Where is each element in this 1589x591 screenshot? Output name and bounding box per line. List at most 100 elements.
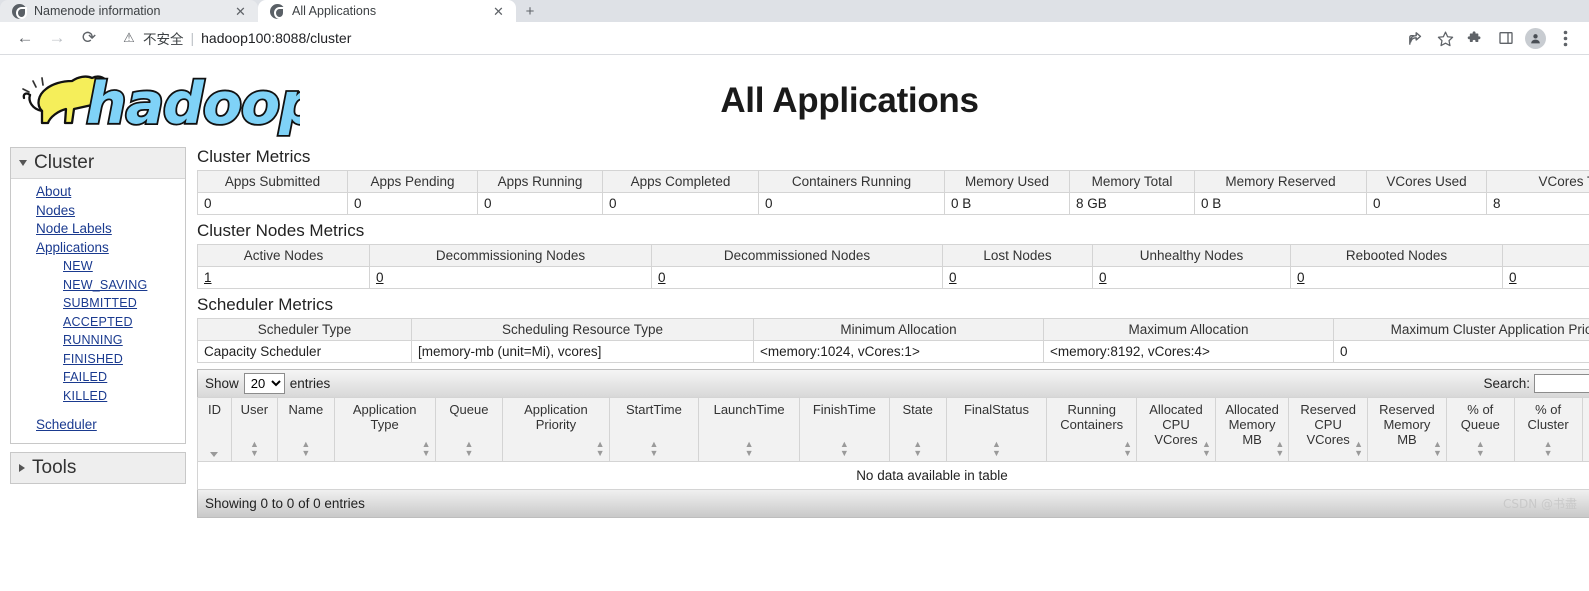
cluster-metrics-title: Cluster Metrics — [197, 147, 311, 166]
sidebar-tools-header[interactable]: Tools — [11, 452, 185, 483]
browser-menu-icon[interactable] — [1552, 25, 1579, 52]
col-label: Application Priority — [524, 402, 588, 432]
col-name[interactable]: Name ▲ ▼ — [276, 397, 335, 462]
search-input[interactable] — [1534, 374, 1589, 393]
col-finishtime[interactable]: FinishTime ▲ ▼ — [798, 397, 890, 462]
val-apps-completed: 0 — [602, 192, 759, 215]
close-icon[interactable]: ✕ — [491, 4, 506, 19]
cluster-metrics-header-row: Apps Submitted Apps Pending Apps Running… — [197, 170, 1589, 193]
sidebar-tools-block: Tools — [10, 451, 186, 484]
sidebar-item-running[interactable]: RUNNING — [11, 331, 185, 350]
page-body-row: Cluster About Nodes Node Labels Applicat… — [0, 147, 1589, 518]
sidebar-item-accepted[interactable]: ACCEPTED — [11, 313, 185, 332]
tab-favicon-icon — [12, 3, 27, 19]
col-nodes-extra — [1502, 244, 1589, 267]
empty-message: No data available in table — [197, 461, 1589, 490]
col-maximum-allocation: Maximum Allocation — [1043, 318, 1334, 341]
cluster-metrics-table: Apps Submitted Apps Pending Apps Running… — [197, 170, 1589, 215]
forward-icon[interactable]: → — [42, 24, 72, 52]
col-percent-of-cluster[interactable]: % of Cluster ▲ ▼ — [1513, 397, 1583, 462]
applications-header-row: ID User ▲ ▼ Name ▲ ▼ Application Type ▲ … — [197, 397, 1589, 462]
col-allocated-memory-mb[interactable]: Allocated Memory MB ▲ ▼ — [1214, 397, 1290, 462]
sidebar-cluster-header[interactable]: Cluster — [11, 148, 185, 179]
val-minimum-allocation: <memory:1024, vCores:1> — [753, 340, 1044, 363]
col-label: Allocated Memory MB — [1225, 402, 1279, 447]
address-bar[interactable]: ⚠ 不安全 | hadoop100:8088/cluster — [112, 25, 1392, 51]
col-application-type[interactable]: Application Type ▲ ▼ — [333, 397, 436, 462]
profile-avatar[interactable] — [1522, 25, 1549, 52]
col-id[interactable]: ID — [197, 397, 232, 462]
tab-favicon-icon — [270, 3, 285, 19]
col-scheduling-resource-type: Scheduling Resource Type — [411, 318, 754, 341]
col-progress[interactable]: Progress ▲▼ — [1581, 397, 1589, 462]
sort-both-icon: ▲ ▼ — [249, 439, 259, 458]
datatable-footer: Showing 0 to 0 of 0 entries First — [197, 490, 1589, 518]
col-minimum-allocation: Minimum Allocation — [753, 318, 1044, 341]
col-launchtime[interactable]: LaunchTime ▲ ▼ — [698, 397, 800, 462]
url-text[interactable]: hadoop100:8088/cluster — [201, 30, 351, 46]
browser-tab-0[interactable]: Namenode information ✕ — [0, 0, 258, 22]
val-apps-pending: 0 — [347, 192, 478, 215]
col-state[interactable]: State ▲ ▼ — [888, 397, 947, 462]
col-allocated-cpu-vcores[interactable]: Allocated CPU VCores ▲ ▼ — [1136, 397, 1216, 462]
back-icon[interactable]: ← — [10, 24, 40, 52]
share-icon[interactable] — [1402, 25, 1429, 52]
val-scheduler-type: Capacity Scheduler — [197, 340, 412, 363]
close-icon[interactable]: ✕ — [233, 4, 248, 19]
sort-both-icon: ▲ ▼ — [301, 439, 311, 458]
extensions-puzzle-icon[interactable] — [1462, 25, 1489, 52]
sidebar-item-finished[interactable]: FINISHED — [11, 350, 185, 369]
val-lost-nodes[interactable]: 0 — [949, 270, 957, 285]
col-label: State — [902, 402, 933, 417]
sidebar-item-failed[interactable]: FAILED — [11, 368, 185, 387]
col-reserved-memory-mb[interactable]: Reserved Memory MB ▲ ▼ — [1367, 397, 1447, 462]
col-percent-of-queue[interactable]: % of Queue ▲ ▼ — [1445, 397, 1515, 462]
sidebar-item-nodes[interactable]: Nodes — [11, 202, 185, 221]
col-running-containers[interactable]: Running Containers ▲ ▼ — [1046, 397, 1138, 462]
hadoop-logo: hadoop — [10, 61, 322, 141]
cluster-metrics-value-row: 0 0 0 0 0 0 B 8 GB 0 B 0 8 — [197, 192, 1589, 215]
col-containers-running: Containers Running — [758, 170, 945, 193]
sidebar-item-killed[interactable]: KILLED — [11, 387, 185, 406]
sidebar-item-submitted[interactable]: SUBMITTED — [11, 294, 185, 313]
sidebar-item-new[interactable]: NEW — [11, 257, 185, 276]
col-label: User — [240, 402, 269, 417]
browser-tab-1[interactable]: All Applications ✕ — [258, 0, 516, 22]
sort-both-icon: ▲ ▼ — [1354, 439, 1364, 458]
val-rebooted-nodes[interactable]: 0 — [1297, 270, 1305, 285]
sidebar-item-about[interactable]: About — [11, 183, 185, 202]
col-label: FinalStatus — [963, 402, 1030, 417]
col-apps-completed: Apps Completed — [602, 170, 759, 193]
val-unhealthy-nodes[interactable]: 0 — [1099, 270, 1107, 285]
col-queue[interactable]: Queue ▲ ▼ — [434, 397, 504, 462]
page-title: All Applications — [720, 81, 979, 120]
sidebar-item-scheduler[interactable]: Scheduler — [11, 416, 185, 435]
new-tab-button[interactable]: + — [516, 0, 544, 22]
page-length-select[interactable]: 20 — [243, 373, 285, 394]
reload-icon[interactable]: ⟳ — [74, 24, 104, 52]
col-rebooted-nodes: Rebooted Nodes — [1290, 244, 1503, 267]
val-decommissioning-nodes[interactable]: 0 — [376, 270, 384, 285]
col-starttime[interactable]: StartTime ▲ ▼ — [608, 397, 700, 462]
datatable-info: Showing 0 to 0 of 0 entries — [205, 496, 365, 511]
sort-both-icon: ▲ ▼ — [1275, 439, 1285, 458]
col-label: ID — [207, 402, 221, 417]
sidebar-item-node-labels[interactable]: Node Labels — [11, 220, 185, 239]
side-panel-icon[interactable] — [1492, 25, 1519, 52]
sidebar-item-applications[interactable]: Applications — [11, 239, 185, 258]
col-application-priority[interactable]: Application Priority ▲ ▼ — [502, 397, 610, 462]
search-control: Search: — [1483, 374, 1589, 393]
val-active-nodes[interactable]: 1 — [204, 270, 212, 285]
bookmark-star-icon[interactable] — [1432, 25, 1459, 52]
col-reserved-cpu-vcores[interactable]: Reserved CPU VCores ▲ ▼ — [1288, 397, 1369, 462]
val-nodes-extra[interactable]: 0 — [1509, 270, 1517, 285]
col-finalstatus[interactable]: FinalStatus ▲ ▼ — [945, 397, 1048, 462]
sidebar-item-new-saving[interactable]: NEW_SAVING — [11, 276, 185, 295]
scheduler-metrics-table: Scheduler Type Scheduling Resource Type … — [197, 318, 1589, 363]
val-decommissioned-nodes[interactable]: 0 — [658, 270, 666, 285]
table-row-empty: No data available in table — [197, 461, 1589, 490]
val-scheduling-resource-type: [memory-mb (unit=Mi), vcores] — [411, 340, 754, 363]
col-user[interactable]: User ▲ ▼ — [230, 397, 278, 462]
sort-both-icon: ▲ ▼ — [1123, 439, 1133, 458]
